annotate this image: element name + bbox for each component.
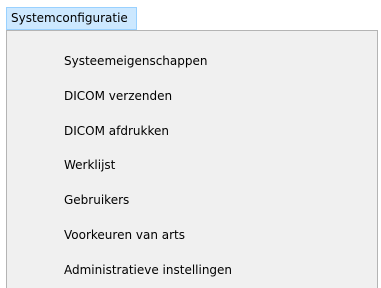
menu-item-dicom-verzenden[interactable]: DICOM verzenden — [7, 79, 377, 113]
menu-item-voorkeuren-van-arts[interactable]: Voorkeuren van arts — [7, 218, 377, 252]
menu-item-administratieve-instellingen[interactable]: Administratieve instellingen — [7, 253, 377, 287]
menu-item-dicom-afdrukken[interactable]: DICOM afdrukken — [7, 114, 377, 148]
menu-item-gebruikers[interactable]: Gebruikers — [7, 183, 377, 217]
menu-item-systeemeigenschappen[interactable]: Systeemeigenschappen — [7, 44, 377, 78]
menu-systemconfiguratie[interactable]: Systemconfiguratie — [6, 7, 137, 30]
menu-item-werklijst[interactable]: Werklijst — [7, 148, 377, 182]
dropdown-menu: Systeemeigenschappen DICOM verzenden DIC… — [6, 30, 378, 288]
